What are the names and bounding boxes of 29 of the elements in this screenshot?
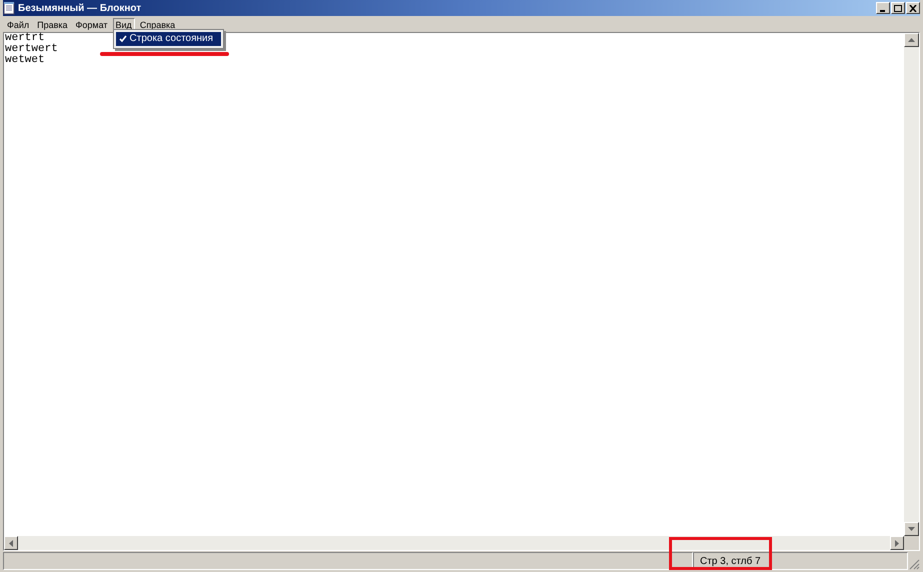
scroll-right-button[interactable]: [890, 536, 904, 550]
menu-item[interactable]: Справка: [136, 18, 178, 33]
menu-item[interactable]: Строка состояния: [116, 32, 222, 46]
text-line: wertwert: [5, 44, 58, 55]
maximize-icon: [894, 4, 902, 12]
scroll-down-button[interactable]: [904, 522, 919, 536]
close-button[interactable]: [906, 2, 920, 14]
close-icon: [909, 4, 917, 12]
left-arrow-icon: [9, 540, 13, 546]
menu-item[interactable]: Формат: [72, 18, 111, 33]
status-text: Стр 3, стлб 7: [693, 552, 908, 570]
check-icon: [118, 35, 127, 43]
up-arrow-icon: [908, 38, 915, 42]
resize-grip-icon: [908, 558, 920, 570]
text-line: wertrt: [5, 33, 45, 44]
menu-item[interactable]: Файл: [4, 18, 32, 33]
scroll-left-button[interactable]: [4, 536, 18, 550]
window-title: Безымянный — Блокнот: [18, 2, 142, 16]
horizontal-scrollbar[interactable]: [4, 536, 904, 550]
notepad-icon: [3, 2, 15, 14]
text-line: wetwet: [5, 55, 45, 66]
scroll-up-button[interactable]: [904, 33, 919, 47]
menu-item[interactable]: Правка: [34, 18, 71, 33]
maximize-button[interactable]: [891, 2, 905, 14]
right-arrow-icon: [895, 540, 899, 546]
down-arrow-icon: [908, 527, 915, 531]
vertical-scrollbar[interactable]: [904, 33, 919, 536]
minimize-button[interactable]: [876, 2, 890, 14]
menu-item-label: Строка состояния: [130, 34, 214, 44]
